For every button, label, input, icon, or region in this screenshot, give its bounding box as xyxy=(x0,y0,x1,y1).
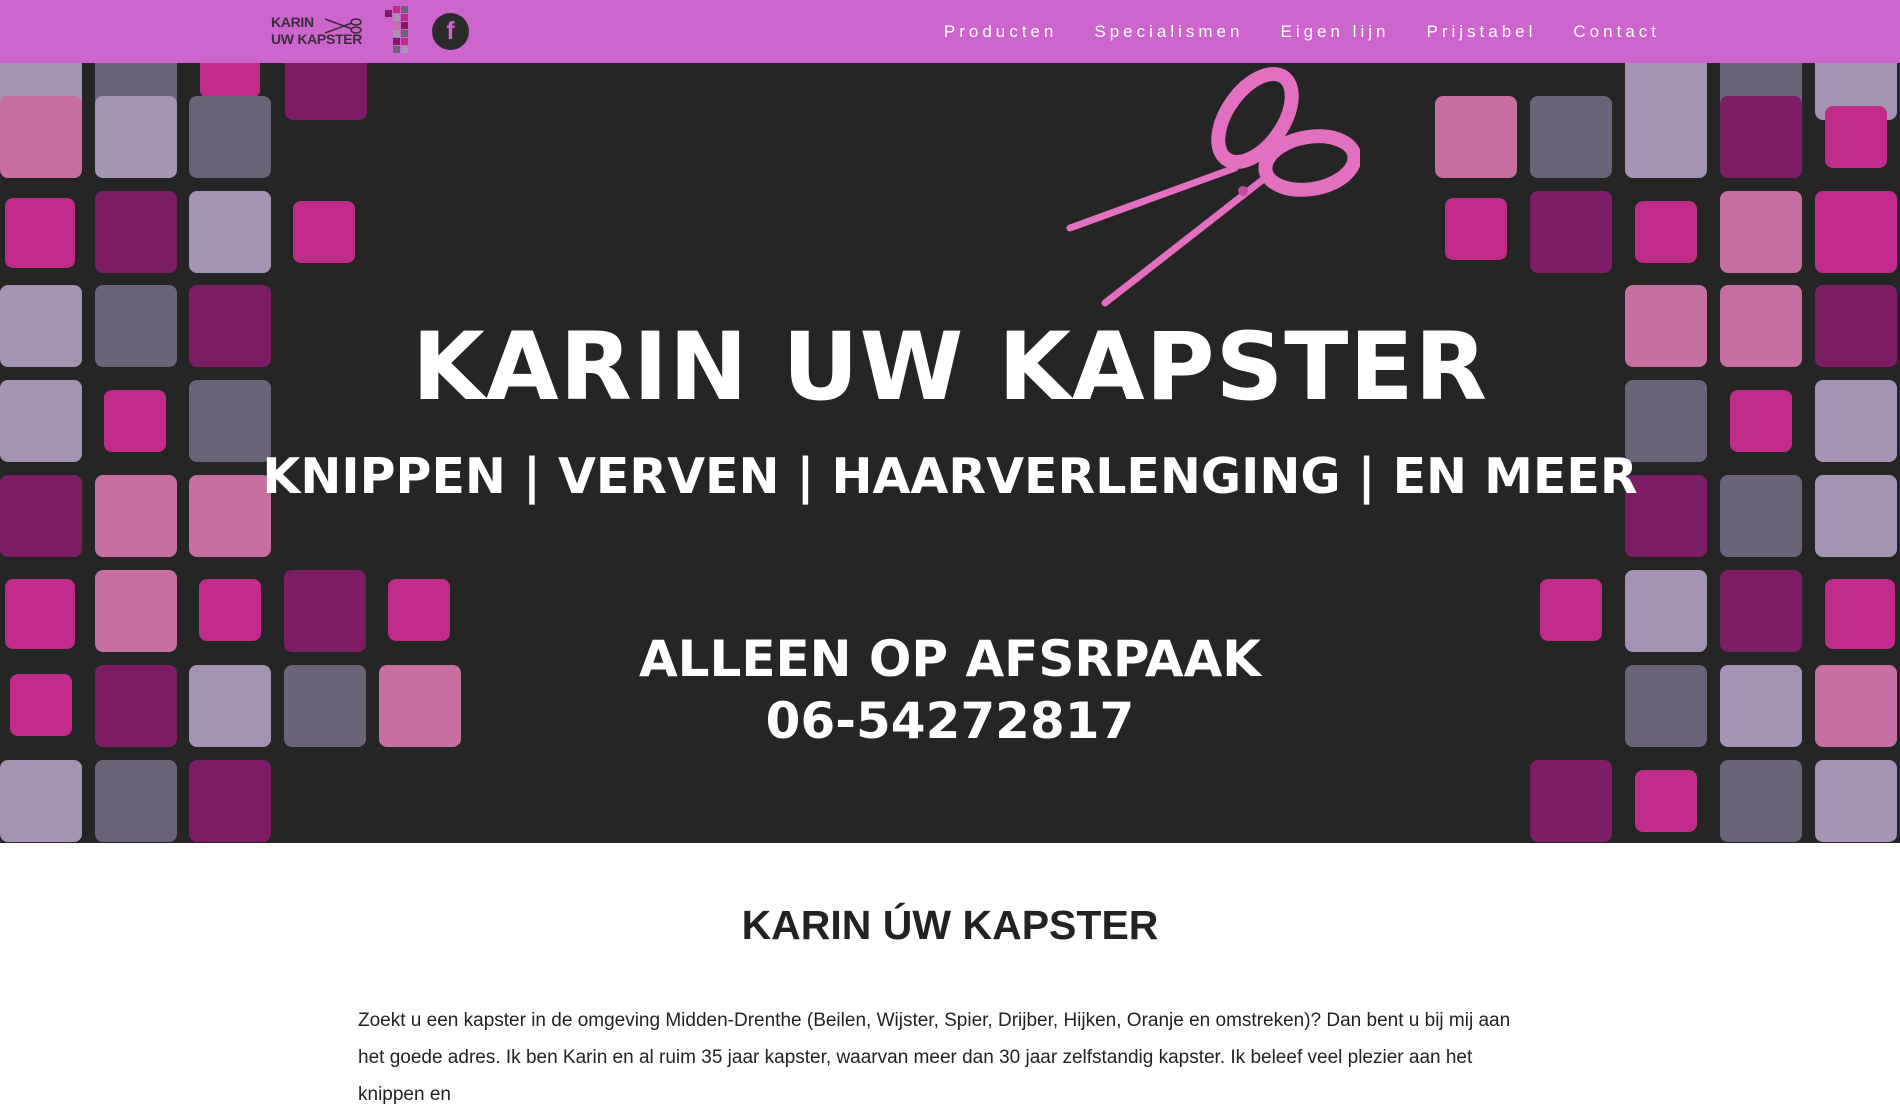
phone-number[interactable]: 06-54272817 xyxy=(0,690,1900,752)
mosaic-tile xyxy=(1815,760,1897,842)
menu-item-eigen-lijn[interactable]: Eigen lijn xyxy=(1280,22,1389,42)
mosaic-tile xyxy=(95,760,177,842)
mosaic-tile xyxy=(95,96,177,178)
menu-item-contact[interactable]: Contact xyxy=(1573,22,1660,42)
mosaic-tile xyxy=(189,760,271,842)
mosaic-tile xyxy=(5,198,75,268)
pixel-number-badge xyxy=(385,6,408,53)
mosaic-tile xyxy=(1530,96,1612,178)
mosaic-tile xyxy=(1530,191,1612,273)
hero-subtitle: KNIPPEN | VERVEN | HAARVERLENGING | EN M… xyxy=(262,448,1638,505)
mosaic-tile xyxy=(293,201,355,263)
mosaic-tile xyxy=(0,96,82,178)
intro-paragraph: Zoekt u een kapster in de omgeving Midde… xyxy=(358,1010,1511,1105)
mosaic-tile xyxy=(95,191,177,273)
main-menu: Producten Specialismen Eigen lijn Prijst… xyxy=(907,0,1660,63)
facebook-glyph: f xyxy=(446,17,455,45)
menu-item-producten[interactable]: Producten xyxy=(944,22,1058,42)
scissors-icon xyxy=(1066,67,1360,307)
mosaic-tile xyxy=(1815,191,1897,273)
mosaic-tile xyxy=(285,63,367,120)
mosaic-tile xyxy=(200,63,260,98)
appointment-notice: ALLEEN OP AFSRPAAK xyxy=(638,630,1262,688)
hero-appointment: ALLEEN OP AFSRPAAK 06-54272817 xyxy=(0,628,1900,752)
hero-title: KARIN UW KAPSTER xyxy=(412,313,1488,422)
scissors-icon xyxy=(324,18,362,34)
mosaic-tile xyxy=(1825,106,1887,168)
mosaic-tile xyxy=(1635,770,1697,832)
mosaic-tile xyxy=(1435,96,1517,178)
hero-banner: KARIN UW KAPSTER KNIPPEN | VERVEN | HAAR… xyxy=(0,63,1900,843)
mosaic-tile xyxy=(1720,96,1802,178)
facebook-icon[interactable]: f xyxy=(432,13,469,50)
mosaic-tile xyxy=(1625,96,1707,178)
mosaic-tile xyxy=(189,96,271,178)
top-navigation: KARIN UW KAPSTER f Producten Specialisme… xyxy=(0,0,1900,63)
mosaic-tile xyxy=(1445,198,1507,260)
mosaic-tile xyxy=(1635,201,1697,263)
site-logo[interactable]: KARIN UW KAPSTER xyxy=(271,14,363,50)
mosaic-tile xyxy=(1720,760,1802,842)
mosaic-tile xyxy=(1530,760,1612,842)
mosaic-tile xyxy=(1720,191,1802,273)
mosaic-tile xyxy=(189,191,271,273)
page-title: KARIN ÚW KAPSTER xyxy=(741,902,1159,948)
menu-item-specialismen[interactable]: Specialismen xyxy=(1094,22,1243,42)
mosaic-tile xyxy=(0,760,82,842)
menu-item-prijstabel[interactable]: Prijstabel xyxy=(1426,22,1536,42)
